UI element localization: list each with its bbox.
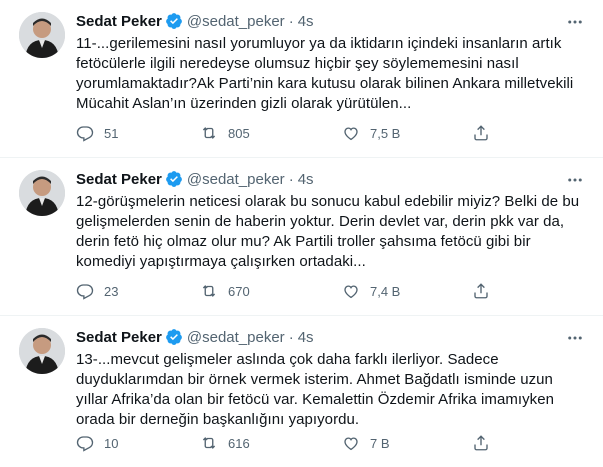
avatar[interactable] bbox=[19, 328, 65, 374]
reply-button[interactable]: 51 bbox=[76, 123, 118, 143]
share-icon bbox=[474, 283, 488, 299]
reply-button[interactable]: 23 bbox=[76, 281, 118, 301]
author-name[interactable]: Sedat Peker bbox=[76, 13, 162, 30]
like-count: 7,4 B bbox=[370, 283, 401, 299]
reply-count: 51 bbox=[104, 125, 119, 141]
retweet-count: 670 bbox=[228, 283, 250, 299]
separator-dot: · bbox=[288, 170, 294, 188]
tweet-text-line: 12-görüşmelerin neticesi olarak bu sonuc… bbox=[76, 193, 580, 210]
retweet-icon bbox=[202, 437, 216, 449]
retweet-button[interactable]: 805 bbox=[200, 123, 250, 143]
retweet-count: 616 bbox=[228, 435, 250, 451]
like-count: 7,5 B bbox=[370, 125, 401, 141]
tweet-text: 11-...gerilemesini nasıl yorumluyor ya d… bbox=[76, 34, 591, 114]
tweet-text-line: duyduklarımdan bir örnek vermek isterim.… bbox=[76, 371, 553, 388]
share-button[interactable] bbox=[472, 281, 490, 301]
verified-badge-icon bbox=[165, 170, 183, 188]
author-handle[interactable]: @sedat_peker bbox=[187, 13, 285, 30]
like-icon bbox=[344, 127, 358, 141]
tweet-text-line: 13-...mevcut gelişmeler aslında çok daha… bbox=[76, 351, 499, 368]
reply-icon bbox=[76, 284, 94, 300]
retweet-count: 805 bbox=[228, 125, 250, 141]
timeline: Sedat Peker @sedat_peker · 4s 11-...geri… bbox=[0, 0, 603, 467]
tweet[interactable]: Sedat Peker @sedat_peker · 4s 12-görüşme… bbox=[0, 158, 603, 316]
tweet[interactable]: Sedat Peker @sedat_peker · 4s 11-...geri… bbox=[0, 0, 603, 158]
reply-count: 23 bbox=[104, 283, 119, 299]
tweet-text-line: yorumlamaktadır?Ak Parti’nin kara kutusu… bbox=[76, 75, 574, 92]
share-button[interactable] bbox=[472, 123, 490, 143]
share-icon bbox=[474, 435, 488, 451]
retweet-icon bbox=[202, 285, 216, 297]
timestamp[interactable]: 4s bbox=[298, 171, 314, 188]
tweet-text: 13-...mevcut gelişmeler aslında çok daha… bbox=[76, 350, 591, 430]
tweet-header: Sedat Peker @sedat_peker · 4s bbox=[76, 10, 593, 32]
more-options-icon[interactable] bbox=[565, 170, 585, 190]
verified-badge-icon bbox=[165, 12, 183, 30]
tweet-actions: 10 616 7 B bbox=[76, 433, 516, 453]
timestamp[interactable]: 4s bbox=[298, 13, 314, 30]
tweet-text-line: yıllar Afrika’da olan bir fetöcü var. Ke… bbox=[76, 391, 555, 408]
like-icon bbox=[344, 437, 358, 451]
retweet-icon bbox=[202, 127, 216, 139]
retweet-button[interactable]: 670 bbox=[200, 281, 250, 301]
avatar[interactable] bbox=[19, 170, 65, 216]
more-options-icon[interactable] bbox=[565, 12, 585, 32]
reply-icon bbox=[76, 126, 94, 142]
tweet[interactable]: Sedat Peker @sedat_peker · 4s 13-...mevc… bbox=[0, 316, 603, 467]
tweet-text-line: fetöcülerle ilgili neredeyse olumsuz hiç… bbox=[76, 55, 519, 72]
tweet-header: Sedat Peker @sedat_peker · 4s bbox=[76, 326, 593, 348]
like-button[interactable]: 7,4 B bbox=[342, 281, 400, 301]
tweet-text-line: gelişmelerden senin de haberin yoktur. D… bbox=[76, 213, 565, 230]
tweet-text-line: Mücahit Aslan’ın üzerinden gizli olarak … bbox=[76, 95, 412, 112]
tweet-header: Sedat Peker @sedat_peker · 4s bbox=[76, 168, 593, 190]
tweet-text: 12-görüşmelerin neticesi olarak bu sonuc… bbox=[76, 192, 591, 272]
share-icon bbox=[474, 125, 488, 141]
share-button[interactable] bbox=[472, 433, 490, 453]
tweet-text-line: 11-...gerilemesini nasıl yorumluyor ya d… bbox=[76, 35, 562, 52]
tweet-text-line: komediyi yapıştırmaya çalışırken ortadak… bbox=[76, 253, 366, 270]
timestamp[interactable]: 4s bbox=[298, 329, 314, 346]
like-button[interactable]: 7 B bbox=[342, 433, 390, 453]
like-icon bbox=[344, 285, 358, 299]
retweet-button[interactable]: 616 bbox=[200, 433, 250, 453]
tweet-text-line: derin fetö hiç olmaz olur mu? Ak Partili… bbox=[76, 233, 531, 250]
separator-dot: · bbox=[288, 328, 294, 346]
tweet-text-line: orada bir derneğin başkanlığını yapıyord… bbox=[76, 411, 360, 428]
avatar[interactable] bbox=[19, 12, 65, 58]
tweet-actions: 23 670 7,4 B bbox=[76, 281, 516, 301]
reply-count: 10 bbox=[104, 435, 119, 451]
reply-button[interactable]: 10 bbox=[76, 433, 118, 453]
separator-dot: · bbox=[288, 12, 294, 30]
author-name[interactable]: Sedat Peker bbox=[76, 171, 162, 188]
reply-icon bbox=[76, 436, 94, 452]
tweet-actions: 51 805 7,5 B bbox=[76, 123, 516, 143]
more-options-icon[interactable] bbox=[565, 328, 585, 348]
verified-badge-icon bbox=[165, 328, 183, 346]
like-count: 7 B bbox=[370, 435, 390, 451]
author-handle[interactable]: @sedat_peker bbox=[187, 329, 285, 346]
like-button[interactable]: 7,5 B bbox=[342, 123, 400, 143]
author-name[interactable]: Sedat Peker bbox=[76, 329, 162, 346]
author-handle[interactable]: @sedat_peker bbox=[187, 171, 285, 188]
